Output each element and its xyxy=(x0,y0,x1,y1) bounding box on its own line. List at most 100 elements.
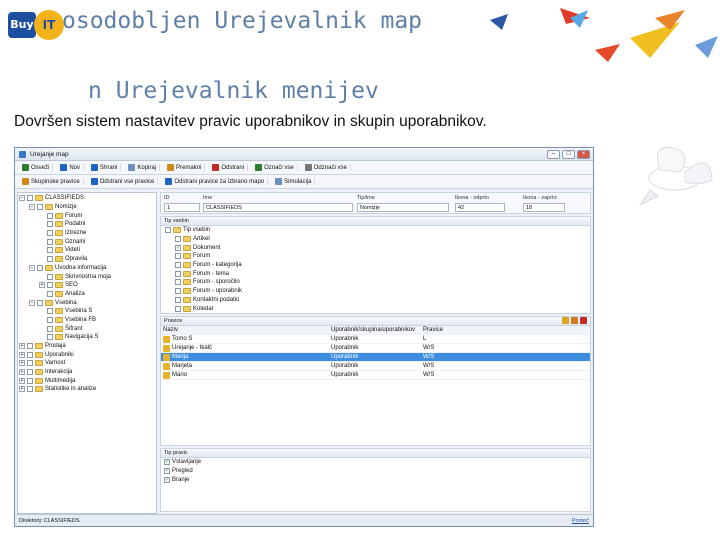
table-row[interactable]: Tomo S Uporabnik L xyxy=(161,335,590,344)
tree-checkbox[interactable] xyxy=(47,273,53,280)
tree-node[interactable]: Skrivnostna moja xyxy=(19,272,155,281)
content-type-checkbox[interactable] xyxy=(175,296,181,303)
tree-node[interactable]: + Varnost xyxy=(19,359,155,368)
expand-toggle[interactable] xyxy=(39,308,45,314)
content-type-item[interactable]: Kontaktni podatki xyxy=(161,296,590,305)
odstrani-button[interactable]: Odstrani xyxy=(209,164,249,171)
content-type-checkbox[interactable]: ✓ xyxy=(175,244,181,251)
expand-toggle[interactable]: − xyxy=(29,264,35,271)
tree-node[interactable]: Vsebina FB xyxy=(19,316,155,325)
right-type-item[interactable]: ✓ Pregled xyxy=(161,467,590,476)
simulacija-button[interactable]: Simulacija xyxy=(272,178,316,185)
expand-toggle[interactable] xyxy=(39,326,45,332)
expand-toggle[interactable]: + xyxy=(19,360,25,367)
tree-node[interactable]: Forum xyxy=(19,211,155,220)
id-field[interactable]: 1 xyxy=(164,203,200,212)
window-titlebar[interactable]: Urejanje map – □ × xyxy=(15,148,593,161)
content-type-item[interactable]: Forum - sporočilo xyxy=(161,278,590,287)
tree-checkbox[interactable] xyxy=(47,247,53,254)
tree-node[interactable]: + Interakcija xyxy=(19,368,155,377)
right-type-checkbox[interactable]: ✓ xyxy=(164,459,170,466)
tree-node[interactable]: Vsebina S xyxy=(19,307,155,316)
tree-checkbox[interactable] xyxy=(27,351,33,358)
tree-node[interactable]: + Statistike in analize xyxy=(19,385,155,394)
tree-checkbox[interactable] xyxy=(47,308,53,315)
expand-toggle[interactable]: − xyxy=(29,299,35,306)
add-group-icon[interactable] xyxy=(571,317,578,324)
tree-node[interactable]: Oznalni xyxy=(19,237,155,246)
expand-toggle[interactable] xyxy=(39,247,45,253)
tree-node[interactable]: Iztrezne xyxy=(19,229,155,238)
tree-node[interactable]: Opravila xyxy=(19,255,155,264)
content-type-checkbox[interactable] xyxy=(175,305,181,312)
right-type-checkbox[interactable]: ✓ xyxy=(164,476,170,483)
tree-checkbox[interactable] xyxy=(27,386,33,393)
tree-checkbox[interactable] xyxy=(27,343,33,350)
odzna-i-vse-button[interactable]: Odznači vse xyxy=(302,164,351,171)
ozna-i-vse-button[interactable]: Označi vse xyxy=(252,164,298,171)
content-type-item[interactable]: Tip vsebin xyxy=(161,226,590,235)
expand-toggle[interactable] xyxy=(39,221,45,227)
tree-checkbox[interactable] xyxy=(47,238,53,245)
tree-node[interactable]: Podatni xyxy=(19,220,155,229)
col-rights[interactable]: Pravice xyxy=(423,327,523,333)
expand-toggle[interactable]: + xyxy=(39,282,45,289)
content-type-item[interactable]: Koledar xyxy=(161,304,590,313)
type-select[interactable]: Nomizje xyxy=(357,203,449,212)
expand-toggle[interactable]: + xyxy=(19,343,25,350)
col-name[interactable]: Naziv xyxy=(161,327,331,333)
content-type-item[interactable]: Forum xyxy=(161,252,590,261)
osve-i-button[interactable]: Osveži xyxy=(19,164,54,171)
tree-node[interactable]: Navigacija S xyxy=(19,333,155,342)
tree-checkbox[interactable] xyxy=(47,230,53,237)
tree-node[interactable]: − Vsebina xyxy=(19,298,155,307)
help-link[interactable]: Pomoč xyxy=(572,518,589,524)
folder-tree[interactable]: − CLASSIFIEDS − Nomizje Forum Podatni Iztrezne… xyxy=(17,192,157,514)
name-field[interactable]: CLASSIFIEDS xyxy=(203,203,353,212)
expand-toggle[interactable] xyxy=(39,291,45,297)
tree-node[interactable]: − CLASSIFIEDS xyxy=(19,194,155,203)
content-type-checkbox[interactable] xyxy=(165,227,171,234)
tree-node[interactable]: − Uvodna informacija xyxy=(19,264,155,273)
expand-toggle[interactable] xyxy=(39,230,45,236)
tree-node[interactable]: Analiza xyxy=(19,290,155,299)
content-type-item[interactable]: Forum - uporabnik xyxy=(161,287,590,296)
odstrani-vse-pravice-button[interactable]: Odstrani vse pravice xyxy=(88,178,159,185)
content-type-checkbox[interactable] xyxy=(175,288,181,295)
content-type-item[interactable]: Artikel xyxy=(161,235,590,244)
expand-toggle[interactable] xyxy=(39,256,45,262)
close-button[interactable]: × xyxy=(577,149,590,159)
remove-right-icon[interactable] xyxy=(580,317,587,324)
content-types-list[interactable]: Tip vsebin Artikel ✓ Dokument Forum Forum - k… xyxy=(161,226,590,313)
table-row[interactable]: Marjeta Uporabnik W/S xyxy=(161,362,590,371)
skupinske-pravice-button[interactable]: Skupinske pravice xyxy=(19,178,84,185)
content-type-checkbox[interactable] xyxy=(175,253,181,260)
odstrani-pravice-za-izbrano-mapo-button[interactable]: Odstrani pravice za izbrano mapo xyxy=(162,178,269,185)
tree-checkbox[interactable] xyxy=(47,316,53,323)
table-row[interactable]: Marija Uporabnik W/S xyxy=(161,353,590,362)
tree-checkbox[interactable] xyxy=(47,221,53,228)
tree-checkbox[interactable] xyxy=(47,282,53,289)
maximize-button[interactable]: □ xyxy=(562,149,575,159)
tree-checkbox[interactable] xyxy=(27,369,33,376)
add-user-icon[interactable] xyxy=(562,317,569,324)
tree-node[interactable]: + Multimedija xyxy=(19,376,155,385)
expand-toggle[interactable] xyxy=(39,239,45,245)
content-type-item[interactable]: Forum - tema xyxy=(161,269,590,278)
icon-closed-field[interactable]: 18 xyxy=(523,203,565,212)
tree-checkbox[interactable] xyxy=(37,204,43,211)
tree-checkbox[interactable] xyxy=(47,325,53,332)
premakni-button[interactable]: Premakni xyxy=(164,164,206,171)
tree-checkbox[interactable] xyxy=(27,360,33,367)
content-type-item[interactable]: ✓ Dokument xyxy=(161,243,590,252)
expand-toggle[interactable]: + xyxy=(19,386,25,393)
minimize-button[interactable]: – xyxy=(547,149,560,159)
expand-toggle[interactable]: − xyxy=(19,195,25,202)
content-type-item[interactable]: Forum - kategorija xyxy=(161,261,590,270)
tree-node[interactable]: + SEO xyxy=(19,281,155,290)
kopiraj-button[interactable]: Kopiraj xyxy=(125,164,161,171)
content-type-checkbox[interactable] xyxy=(175,279,181,286)
expand-toggle[interactable]: + xyxy=(19,351,25,358)
tree-node[interactable]: + Prodaja xyxy=(19,342,155,351)
table-row[interactable]: Urejanje - tkalč Uporabnik W/S xyxy=(161,344,590,353)
